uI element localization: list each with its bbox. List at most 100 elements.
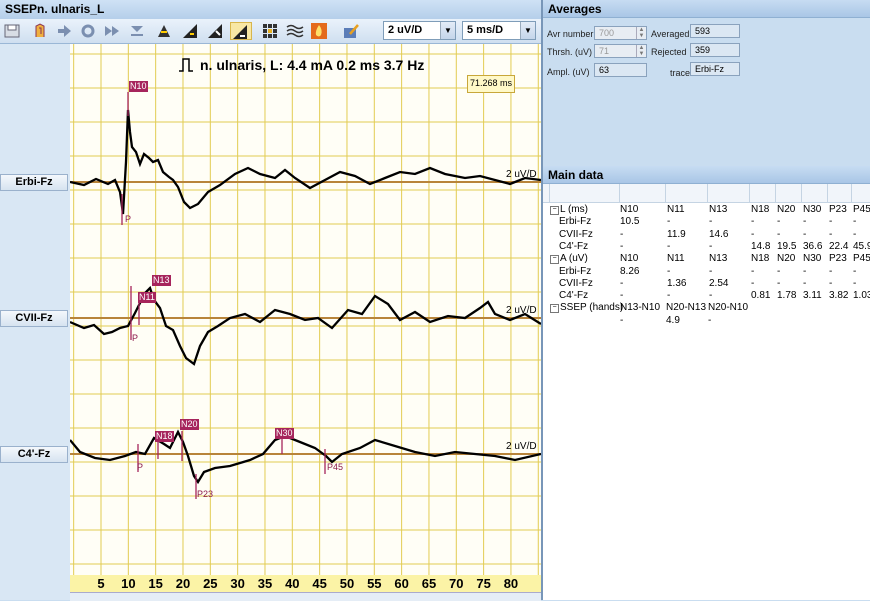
title-bar: SSEPn. ulnaris_L <box>0 0 541 20</box>
rejected-label: Rejected <box>651 47 687 57</box>
row-label: − A (uV) <box>550 253 588 265</box>
x-tick-label: 20 <box>175 576 191 591</box>
data-cell: - <box>777 266 780 277</box>
avr-number-field: 700 ▲ ▼ <box>594 26 647 40</box>
data-cell: - <box>853 216 856 227</box>
marker-p-c4[interactable]: P <box>137 462 143 472</box>
cell-text: N20-N10 <box>708 302 749 314</box>
skip-icon[interactable] <box>128 22 146 40</box>
marker-p-cvii[interactable]: P <box>132 333 138 343</box>
ramp-alt-icon[interactable] <box>206 22 224 40</box>
collapse-icon[interactable]: − <box>550 255 559 265</box>
collapse-icon[interactable]: − <box>550 304 559 314</box>
marker-p-erbi[interactable]: P <box>125 214 131 224</box>
cell-text: - <box>620 277 624 289</box>
row-label: C4'-Fz <box>559 241 588 252</box>
gain-select[interactable]: 2 uV/D ▼ <box>383 21 456 40</box>
cell-text: - <box>620 290 624 302</box>
channel-label-erbi[interactable]: Erbi-Fz <box>0 174 68 191</box>
marker-n11[interactable]: N11 <box>138 292 156 303</box>
grid-header-cell <box>707 184 750 202</box>
data-cell: - <box>829 278 832 289</box>
cell-text: 10.5 <box>620 216 640 228</box>
data-cell: - <box>829 229 832 240</box>
cell-text: CVII-Fz <box>559 277 593 289</box>
cell-text: Erbi-Fz <box>559 265 592 277</box>
cell-text: P45 <box>853 204 870 215</box>
filter-icon[interactable] <box>286 22 304 40</box>
chevron-down-icon[interactable]: ▼ <box>440 22 455 39</box>
edit-icon[interactable] <box>342 22 360 40</box>
grid-header-cell <box>749 184 776 202</box>
cell-text: Erbi-Fz <box>559 216 592 228</box>
grid-icon[interactable] <box>261 22 279 40</box>
cell-text: 22.4 <box>829 240 849 252</box>
data-cell: N11 <box>667 253 685 264</box>
marker-p45[interactable]: P45 <box>327 462 343 472</box>
grid-header-row <box>543 184 870 203</box>
repeat-icon[interactable] <box>79 22 97 40</box>
grid-header-cell <box>619 184 666 202</box>
data-cell: - <box>829 266 832 277</box>
data-cell: N13 <box>709 253 727 264</box>
cell-text: - <box>853 265 857 277</box>
spinner-icon: ▲ ▼ <box>636 27 646 39</box>
cell-text: 3.11 <box>803 290 822 302</box>
marker-icon[interactable] <box>31 22 49 40</box>
cell-text: - <box>777 228 781 240</box>
marker-n30[interactable]: N30 <box>275 428 294 439</box>
waveform-plot[interactable]: n. ulnaris, L: 4.4 mA 0.2 ms 3.7 Hz 71.2… <box>70 44 541 592</box>
cell-text: - <box>777 265 781 277</box>
cell-text: P23 <box>829 204 847 215</box>
channel-label-cvii[interactable]: CVII-Fz <box>0 310 68 327</box>
cell-text: N18 <box>751 204 770 215</box>
cell-text: 2.54 <box>709 277 729 289</box>
x-tick-label: 15 <box>148 576 163 591</box>
cell-text: CVII-Fz <box>559 228 593 240</box>
data-cell: 2.54 <box>709 278 728 289</box>
ramp-icon[interactable] <box>181 22 199 40</box>
waveform-trace-0 <box>70 109 541 215</box>
marker-p23[interactable]: P23 <box>197 489 213 499</box>
timebase-select[interactable]: 5 ms/D ▼ <box>462 21 536 40</box>
cell-text: - <box>667 290 671 302</box>
x-tick-label: 60 <box>394 576 409 591</box>
cell-text: 1.03 <box>853 290 870 302</box>
cell-text: N13 <box>709 253 728 265</box>
data-cell: - <box>751 229 754 240</box>
overlay-icon[interactable] <box>230 22 252 40</box>
marker-n18[interactable]: N18 <box>155 431 174 442</box>
cell-text: - <box>620 228 624 240</box>
fire-icon[interactable] <box>310 22 328 40</box>
save-icon[interactable] <box>3 22 21 40</box>
marker-n13[interactable]: N13 <box>152 275 171 286</box>
channel-label-c4[interactable]: C4'-Fz <box>0 446 68 463</box>
marker-n10[interactable]: N10 <box>129 81 148 92</box>
ampl-label: Ampl. (uV) <box>547 67 590 77</box>
data-cell: - <box>667 241 670 252</box>
play-icon[interactable] <box>55 22 73 40</box>
data-cell: - <box>620 278 623 289</box>
cell-text: - <box>829 216 833 228</box>
cell-text: N11 <box>667 253 685 265</box>
marker-n20[interactable]: N20 <box>180 419 199 430</box>
cell-text: N13-N10 <box>620 302 661 314</box>
stimulator-icon[interactable] <box>155 22 173 40</box>
x-tick-label: 75 <box>476 576 491 591</box>
cell-text: - <box>853 216 857 228</box>
data-cell: P23 <box>829 204 847 215</box>
cell-text: - <box>709 265 713 277</box>
data-cell: 19.5 <box>777 241 796 252</box>
grid-header-cell <box>827 184 852 202</box>
averages-header: Averages <box>543 0 870 18</box>
data-cell: 45.9 <box>853 241 870 252</box>
stimulus-info: n. ulnaris, L: 4.4 mA 0.2 ms 3.7 Hz <box>178 57 424 73</box>
x-tick-label: 65 <box>421 576 437 591</box>
data-cell: N20-N10 <box>708 302 748 313</box>
fast-forward-icon[interactable] <box>103 22 121 40</box>
cell-text: N20 <box>777 253 796 265</box>
chevron-down-icon[interactable]: ▼ <box>520 22 535 39</box>
collapse-icon[interactable]: − <box>550 206 559 215</box>
trace-field: Erbi-Fz <box>690 62 740 76</box>
cell-text: 8.26 <box>620 265 640 277</box>
